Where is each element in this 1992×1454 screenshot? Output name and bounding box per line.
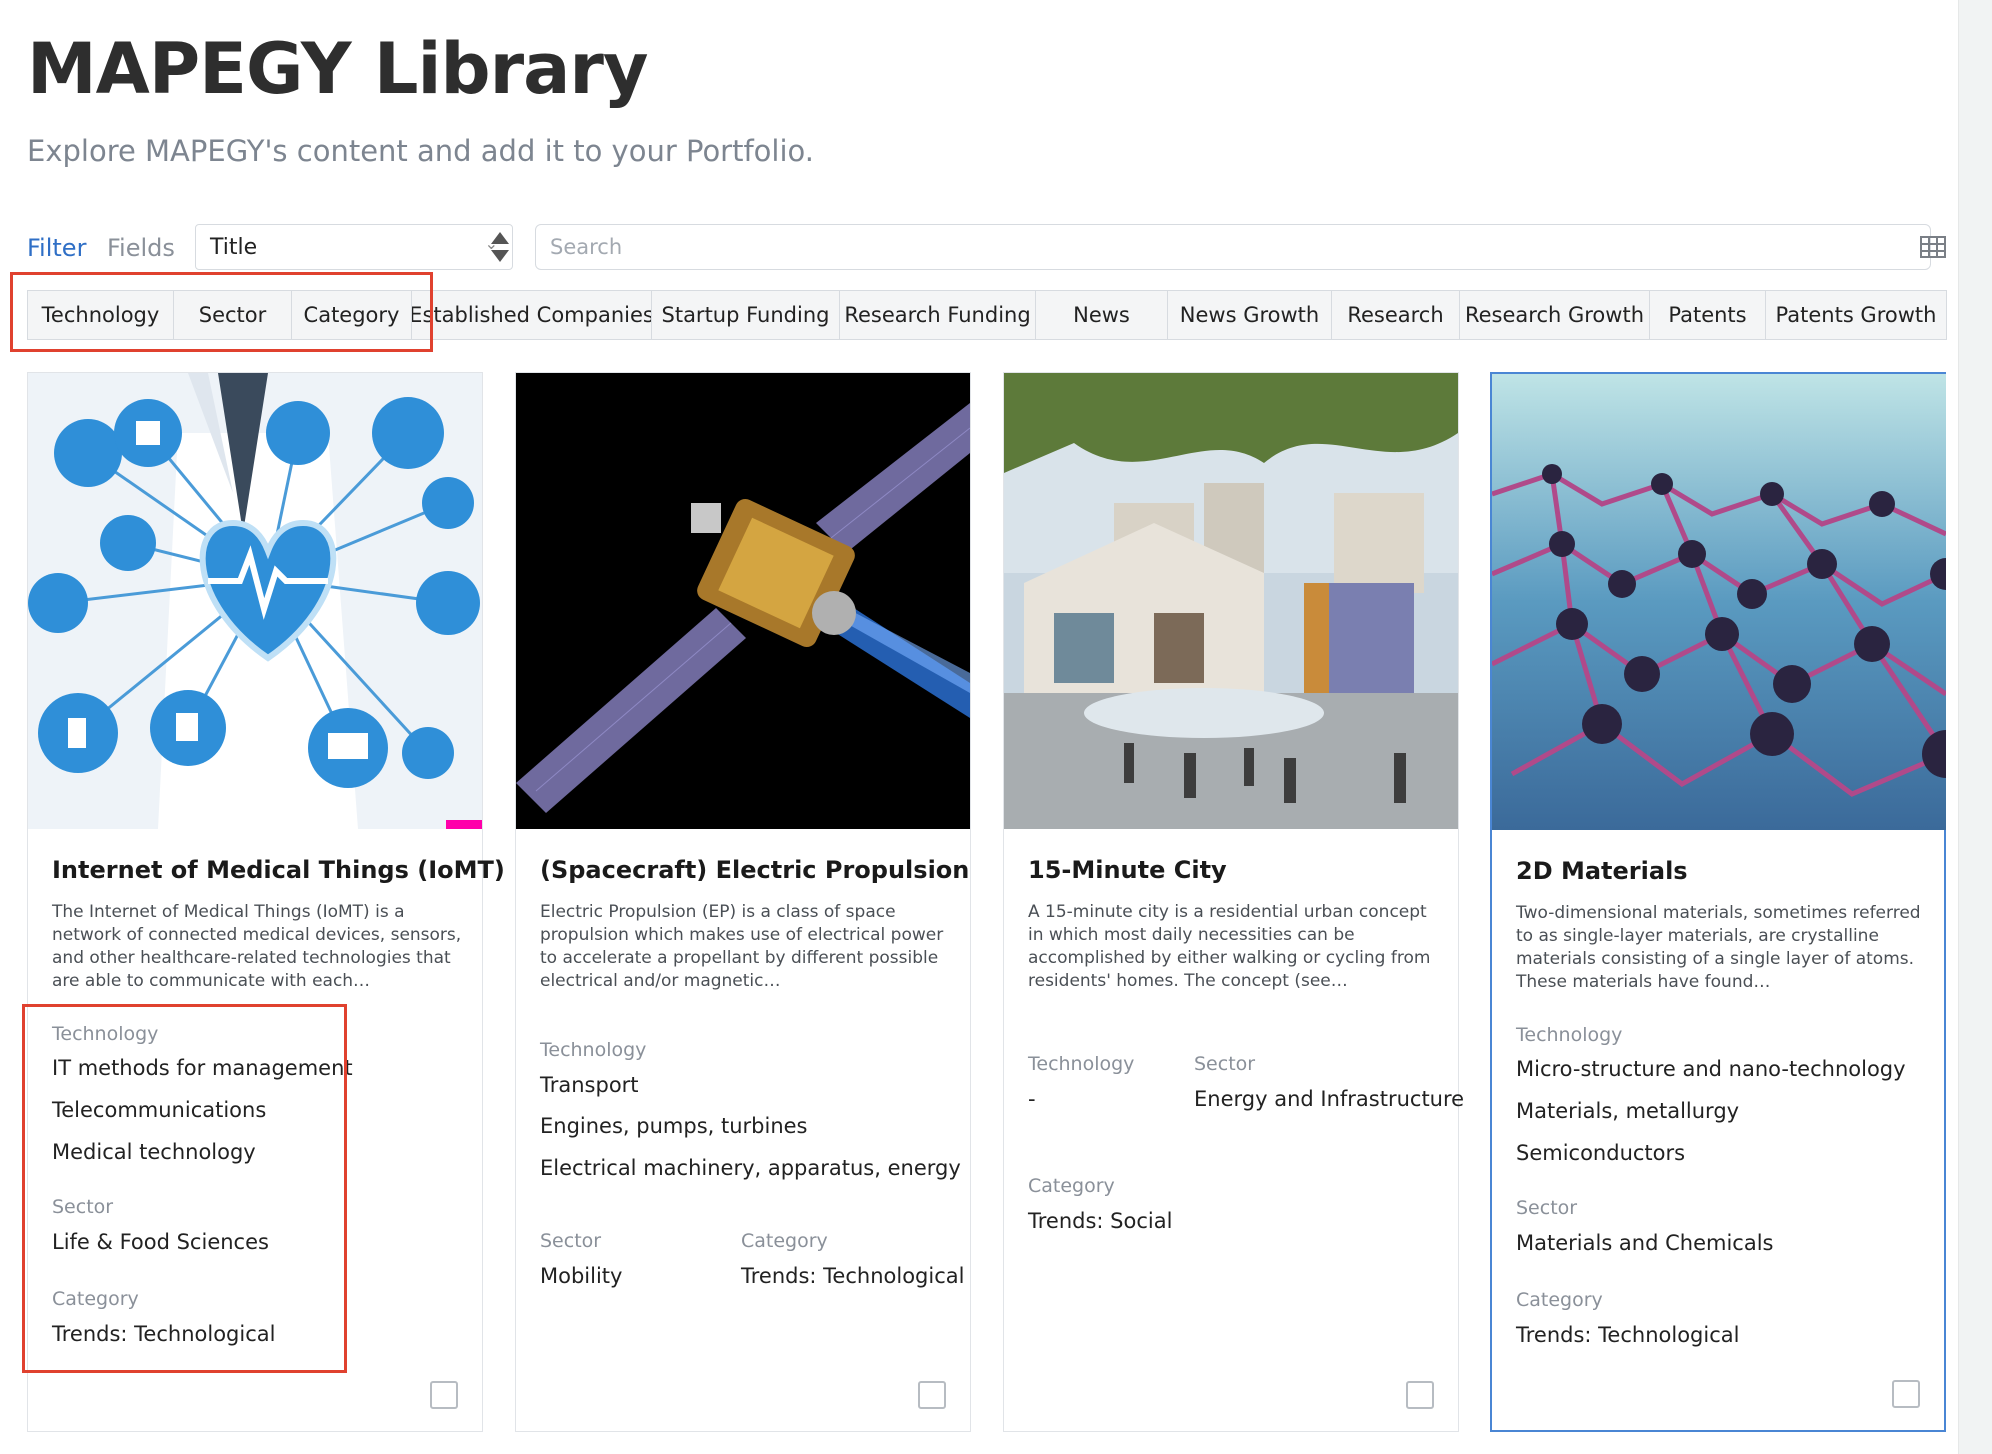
select-checkbox[interactable] xyxy=(1406,1381,1434,1409)
card-description: Electric Propulsion (EP) is a class of s… xyxy=(540,902,944,991)
sector-value: Materials and Chemicals xyxy=(1516,1231,1774,1255)
technology-value: Semiconductors xyxy=(1516,1141,1686,1165)
card-title[interactable]: 2D Materials xyxy=(1516,857,1926,885)
field-tab-research-growth[interactable]: Research Growth xyxy=(1460,291,1650,339)
field-tab-startup-funding[interactable]: Startup Funding xyxy=(652,291,840,339)
library-card-15-minute-city[interactable]: 15-Minute City A 15-minute city is a res… xyxy=(1003,372,1464,1432)
card-description: A 15-minute city is a residential urban … xyxy=(1028,902,1431,991)
sort-order-icon[interactable] xyxy=(489,230,511,264)
card-image-2d-materials xyxy=(1492,374,1946,830)
technology-value: - xyxy=(1028,1087,1036,1111)
technology-value: Transport xyxy=(540,1073,639,1097)
card-image-electric-propulsion xyxy=(516,373,970,829)
card-title[interactable]: 15-Minute City xyxy=(1028,856,1438,884)
sector-value: Mobility xyxy=(540,1264,623,1288)
annotation-box-field-tabs xyxy=(10,272,433,352)
field-tab-research[interactable]: Research xyxy=(1332,291,1460,339)
window-scrollbar[interactable] xyxy=(1958,0,1992,1454)
technology-label: Technology xyxy=(1028,1053,1135,1075)
technology-label: Technology xyxy=(540,1039,647,1061)
search-input[interactable] xyxy=(535,224,1931,270)
category-label: Category xyxy=(741,1230,828,1252)
field-tab-patents[interactable]: Patents xyxy=(1650,291,1766,339)
technology-label: Technology xyxy=(1516,1024,1623,1046)
category-value: Trends: Technological xyxy=(741,1264,965,1288)
library-card-2d-materials[interactable]: 2D Materials Two-dimensional materials, … xyxy=(1490,372,1946,1432)
card-image-15-minute-city xyxy=(1004,373,1458,829)
field-tab-news[interactable]: News xyxy=(1036,291,1168,339)
field-tab-patents-growth[interactable]: Patents Growth xyxy=(1766,291,1946,339)
annotation-box-card-fields xyxy=(22,1004,347,1373)
field-tab-news-growth[interactable]: News Growth xyxy=(1168,291,1332,339)
field-tab-established-companies[interactable]: Established Companies xyxy=(412,291,652,339)
technology-value: Micro-structure and nano-technology xyxy=(1516,1057,1906,1081)
card-image-iomt xyxy=(28,373,482,829)
sort-field-value: Title xyxy=(210,235,258,260)
card-description: The Internet of Medical Things (IoMT) is… xyxy=(52,902,462,991)
category-value: Trends: Social xyxy=(1028,1209,1173,1233)
technology-value: Materials, metallurgy xyxy=(1516,1099,1740,1123)
card-title[interactable]: Internet of Medical Things (IoMT) xyxy=(52,856,505,884)
technology-value: Engines, pumps, turbines xyxy=(540,1114,808,1138)
field-tab-research-funding[interactable]: Research Funding xyxy=(840,291,1036,339)
select-checkbox[interactable] xyxy=(1892,1380,1920,1408)
category-label: Category xyxy=(1516,1289,1603,1311)
fields-tab[interactable]: Fields xyxy=(107,234,175,262)
toolbar: Filter Fields Title ⌄ xyxy=(27,224,1947,274)
grid-view-icon[interactable] xyxy=(1920,236,1946,258)
select-checkbox[interactable] xyxy=(918,1381,946,1409)
library-page: MAPEGY Library Explore MAPEGY's content … xyxy=(0,0,1992,1454)
card-description: Two-dimensional materials, sometimes ref… xyxy=(1516,903,1921,992)
sector-label: Sector xyxy=(540,1230,602,1252)
filter-tab[interactable]: Filter xyxy=(27,234,86,262)
library-card-electric-propulsion[interactable]: (Spacecraft) Electric Propulsion Electri… xyxy=(515,372,971,1432)
category-label: Category xyxy=(1028,1175,1115,1197)
sort-field-select[interactable]: Title ⌄ xyxy=(195,224,513,270)
sector-label: Sector xyxy=(1194,1053,1256,1075)
card-title[interactable]: (Spacecraft) Electric Propulsion xyxy=(540,856,969,884)
sector-label: Sector xyxy=(1516,1197,1578,1219)
page-title: MAPEGY Library xyxy=(27,28,649,110)
sector-value: Energy and Infrastructure xyxy=(1194,1087,1465,1111)
select-checkbox[interactable] xyxy=(430,1381,458,1409)
category-value: Trends: Technological xyxy=(1516,1323,1740,1347)
technology-value: Electrical machinery, apparatus, energy xyxy=(540,1156,961,1180)
page-subtitle: Explore MAPEGY's content and add it to y… xyxy=(27,134,814,168)
